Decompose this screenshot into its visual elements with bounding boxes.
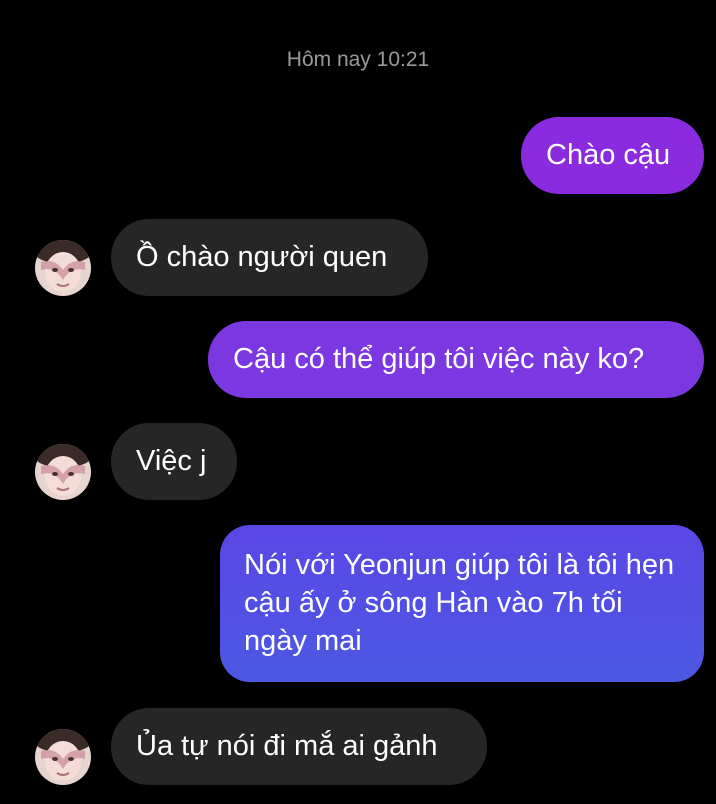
contact-avatar-icon[interactable] xyxy=(35,444,91,500)
outgoing-message-bubble[interactable]: Chào cậu xyxy=(521,117,704,194)
incoming-message-bubble[interactable]: Ủa tự nói đi mắ ai gảnh xyxy=(111,708,487,785)
message-text: Chào cậu xyxy=(546,139,671,171)
contact-avatar-icon[interactable] xyxy=(35,240,91,296)
message-text: Nói với Yeonjun giúp tôi là tôi hẹn cậu … xyxy=(244,549,675,657)
message-text: Việc j xyxy=(136,445,207,477)
outgoing-message-bubble[interactable]: Nói với Yeonjun giúp tôi là tôi hẹn cậu … xyxy=(220,525,704,682)
conversation-timestamp: Hôm nay 10:21 xyxy=(286,48,430,71)
message-text: Ủa tự nói đi mắ ai gảnh xyxy=(136,730,438,762)
message-text: Ồ chào người quen xyxy=(136,241,388,273)
contact-avatar-icon[interactable] xyxy=(35,729,91,785)
message-text: Cậu có thể giúp tôi việc này ko? xyxy=(233,343,645,375)
outgoing-message-bubble[interactable]: Cậu có thể giúp tôi việc này ko? xyxy=(208,321,704,398)
chat-thread[interactable]: Hôm nay 10:21 Chào cậu Ồ chào người quen… xyxy=(0,0,716,804)
incoming-message-bubble[interactable]: Ồ chào người quen xyxy=(111,219,428,296)
incoming-message-bubble[interactable]: Việc j xyxy=(111,423,237,500)
